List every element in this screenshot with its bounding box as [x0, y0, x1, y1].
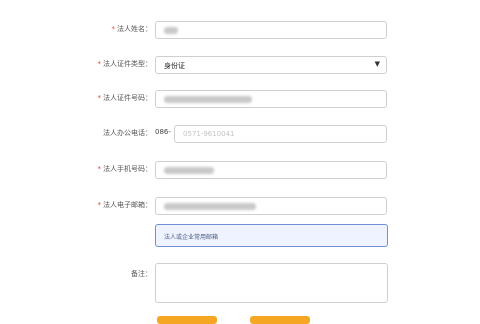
id-number-row: * 法人证件号码：: [0, 90, 480, 110]
id-number-input[interactable]: [155, 90, 387, 108]
legal-name-input[interactable]: [155, 21, 387, 39]
legal-name-label: * 法人姓名：: [111, 25, 153, 33]
office-phone-placeholder: 0571-9610041: [183, 130, 235, 138]
primary-button[interactable]: [157, 316, 217, 324]
legal-name-row: * 法人姓名：: [0, 21, 480, 41]
id-type-row: * 法人证件类型： 身份证 ▼: [0, 56, 480, 76]
id-type-select[interactable]: 身份证 ▼: [155, 56, 387, 74]
office-phone-row: 法人办公电话： 086- 0571-9610041: [0, 125, 480, 145]
office-phone-input[interactable]: 0571-9610041: [174, 125, 387, 143]
email-input[interactable]: [155, 197, 387, 215]
remark-label: 备注：: [131, 270, 152, 278]
redacted-value: [164, 96, 252, 103]
id-type-label: * 法人证件类型：: [97, 60, 153, 68]
redacted-value: [164, 27, 178, 34]
required-mark: *: [97, 165, 102, 173]
email-row: * 法人电子邮箱：: [0, 197, 480, 217]
mobile-label: * 法人手机号码：: [97, 165, 153, 173]
email-label: * 法人电子邮箱：: [97, 201, 153, 209]
remark-textarea[interactable]: [155, 263, 388, 303]
id-type-selected-value: 身份证: [164, 62, 185, 70]
redacted-value: [164, 203, 256, 210]
office-phone-label: 法人办公电话：: [103, 129, 152, 137]
mobile-input[interactable]: [155, 161, 387, 179]
email-hint-text: 法人或企业常用邮箱: [164, 234, 219, 241]
required-mark: *: [97, 60, 102, 68]
dropdown-arrow-icon: ▼: [374, 60, 380, 68]
secondary-button[interactable]: [250, 316, 310, 324]
mobile-row: * 法人手机号码：: [0, 161, 480, 181]
redacted-value: [164, 167, 214, 174]
email-hint-tooltip: 法人或企业常用邮箱: [155, 224, 388, 247]
phone-country-prefix: 086-: [155, 128, 171, 136]
required-mark: *: [111, 25, 116, 33]
required-mark: *: [97, 94, 102, 102]
id-number-label: * 法人证件号码：: [97, 94, 153, 102]
required-mark: *: [97, 201, 102, 209]
